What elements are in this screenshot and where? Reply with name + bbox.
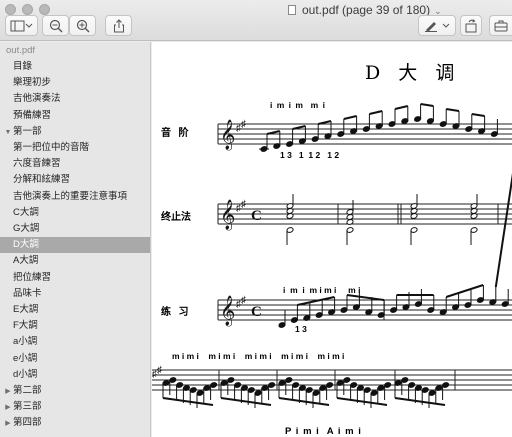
share-icon (113, 18, 124, 32)
sidebar-item-label: F大調 (13, 320, 38, 332)
zoom-in-button[interactable] (69, 15, 96, 36)
sidebar-section[interactable]: ▶ 第二部 (0, 383, 150, 400)
time-signature-c: C (251, 208, 262, 224)
sidebar-item[interactable]: 吉他演奏法 (0, 91, 150, 107)
sidebar-item-label: E大調 (13, 304, 39, 315)
sheet-music: 𝄞 ♯ ♯ 𝄞 ♯ ♯ C 𝄞 ♯ ♯ C ♯ ♯ (152, 103, 512, 408)
sidebar-item[interactable]: A大調 (0, 253, 150, 269)
sidebar-item-label: 第一部 (13, 125, 42, 137)
sidebar-item-label: 第四部 (13, 417, 42, 429)
sidebar-item[interactable]: 樂理初步 (0, 75, 150, 91)
sidebar-item-label: 吉他演奏上的重要注意事項 (13, 190, 128, 202)
sidebar-item[interactable]: a小調 (0, 334, 150, 350)
staff-cadence (217, 203, 512, 225)
sidebar-item-label: 第二部 (13, 385, 42, 396)
sidebar-section[interactable]: ▼ 第一部 (0, 124, 150, 141)
sidebar-toggle-button[interactable] (5, 15, 38, 36)
zoom-out-button[interactable] (42, 15, 69, 36)
share-button[interactable] (105, 15, 132, 36)
fingering-above-scale: i m i m m i (270, 100, 326, 110)
close-window-button[interactable] (5, 4, 16, 15)
sharp-sign: ♯ (241, 119, 246, 130)
row-label-cadence: 终止法 (161, 212, 191, 223)
toolbox-button[interactable] (489, 15, 512, 36)
sidebar-item-label: e小調 (13, 352, 38, 364)
disclosure-closed-icon[interactable]: ▶ (3, 416, 13, 432)
sidebar: out.pdf 目錄 樂理初步 吉他演奏法 預備練習 ▼ 第一部 第一把位中的音階 六度音練習… (0, 42, 151, 437)
fingering-below-exercise: 1 3 (295, 324, 307, 334)
document-icon (288, 5, 296, 15)
sidebar-root-label: out.pdf (6, 45, 36, 56)
sidebar-item[interactable]: D大調 (0, 237, 150, 254)
time-signature-c: C (251, 304, 262, 320)
sidebar-item-label: D大調 (13, 239, 39, 251)
sidebar-item-label: 第一把位中的音階 (13, 142, 90, 153)
sidebar-item[interactable]: 目錄 (0, 59, 150, 75)
sidebar-item-label: d小調 (13, 368, 38, 380)
sidebar-icon (10, 20, 32, 31)
sidebar-section[interactable]: ▶ 第四部 (0, 415, 150, 432)
sidebar-item[interactable]: G大調 (0, 221, 150, 237)
sidebar-item-label: 把位練習 (13, 271, 52, 283)
sidebar-section[interactable]: ▶ 第三部 (0, 399, 150, 416)
sidebar-item-label: 目錄 (13, 61, 33, 72)
treble-clef-icon: 𝄞 (220, 295, 235, 327)
pen-icon (425, 21, 450, 32)
sidebar-item-label: 預備練習 (13, 109, 52, 121)
zoom-window-button[interactable] (39, 4, 50, 15)
sidebar-item-label: 六度音練習 (13, 158, 61, 170)
sidebar-item-label: a小調 (13, 336, 38, 348)
row-label-scale: 音 阶 (161, 128, 189, 139)
toolbox-icon (494, 20, 508, 31)
sharp-sign: ♯ (157, 365, 162, 376)
sharp-sign: ♯ (241, 295, 246, 306)
sidebar-item-label: 品味卡 (13, 287, 42, 299)
sharp-sign: ♯ (241, 199, 246, 210)
sidebar-item[interactable]: 吉他演奏上的重要注意事項 (0, 189, 150, 205)
rotate-button[interactable] (460, 15, 482, 36)
sidebar-item[interactable]: 把位練習 (0, 270, 150, 286)
sidebar-item[interactable]: E大調 (0, 302, 150, 318)
sidebar-item[interactable]: 六度音練習 (0, 156, 150, 172)
notes-scale (259, 103, 499, 152)
bottom-fingering-text: P i m i A i m i (285, 426, 362, 437)
disclosure-closed-icon[interactable]: ▶ (3, 384, 13, 400)
treble-clef-icon: 𝄞 (220, 119, 235, 151)
sidebar-item[interactable]: d小調 (0, 367, 150, 383)
sidebar-item[interactable]: F大調 (0, 318, 150, 334)
sidebar-item[interactable]: C大調 (0, 205, 150, 221)
rotate-icon (465, 18, 477, 32)
notes-exercise-continued (162, 377, 450, 408)
zoom-out-icon (49, 19, 62, 32)
preview-window: out.pdf (page 39 of 180) ⌄ out.pdf 目錄樂理初步… (0, 0, 512, 437)
sidebar-item-label: 樂理初步 (13, 77, 52, 89)
sidebar-item-label: G大調 (13, 223, 40, 234)
zoom-in-icon (76, 19, 89, 32)
disclosure-open-icon[interactable]: ▼ (3, 125, 13, 141)
toolbar: out.pdf (page 39 of 180) ⌄ (0, 0, 512, 41)
sidebar-item-label: 吉他演奏法 (13, 93, 61, 105)
sidebar-item-label: 第三部 (13, 401, 42, 413)
minimize-window-button[interactable] (22, 4, 33, 15)
sidebar-item[interactable]: e小調 (0, 351, 150, 367)
fingering-above-exercise: i m i m i m i m i (283, 285, 361, 295)
disclosure-closed-icon[interactable]: ▶ (3, 400, 13, 416)
markup-button[interactable] (418, 15, 456, 36)
sidebar-item-label: C大調 (13, 206, 39, 218)
row-label-exercise: 练 习 (161, 307, 189, 318)
sidebar-item[interactable]: 預備練習 (0, 108, 150, 124)
pdf-page: D 大 调 𝄞 ♯ ♯ 𝄞 ♯ ♯ C 𝄞 ♯ ♯ C ♯ ♯ 音 阶 终止法 … (152, 42, 512, 437)
sidebar-item[interactable]: 品味卡 (0, 286, 150, 302)
sidebar-item-label: 分解和絃練習 (13, 174, 71, 186)
fingering-below-scale: 1 3 1 1 2 1 2 (280, 150, 340, 160)
treble-clef-icon: 𝄞 (220, 199, 235, 231)
sidebar-item[interactable]: 分解和絃練習 (0, 172, 150, 188)
sidebar-item-label: A大調 (13, 255, 39, 267)
sidebar-item[interactable]: 第一把位中的音階 (0, 140, 150, 156)
fingering-above-row4: m i m i m i m i m i m i m i m i m i m i (172, 351, 345, 361)
